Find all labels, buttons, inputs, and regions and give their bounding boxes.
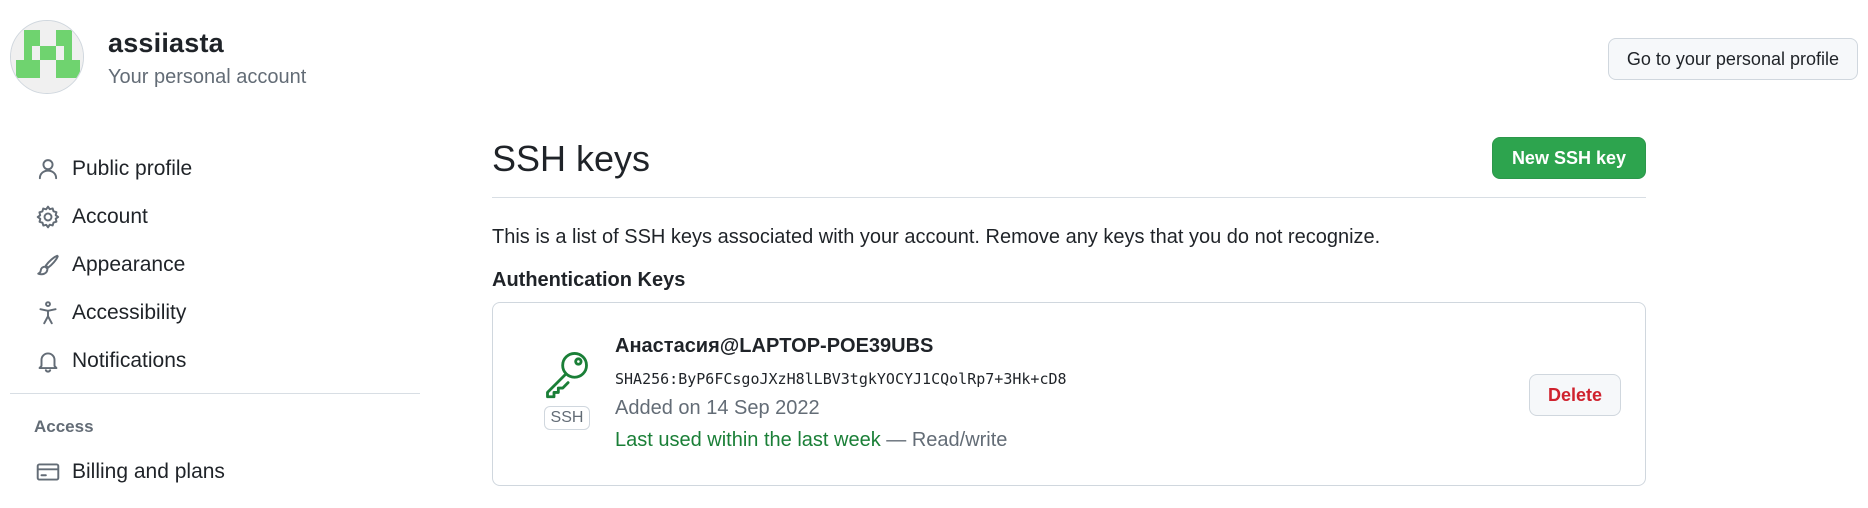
sidebar-item-label: Appearance bbox=[72, 253, 186, 276]
key-fingerprint: SHA256:ByP6FCsgoJXzH8lLBV3tgkYOCYJ1CQolR… bbox=[615, 370, 1067, 388]
ssh-keys-panel: SSH keys New SSH key This is a list of S… bbox=[492, 128, 1646, 486]
sidebar-item-public-profile[interactable]: Public profile bbox=[10, 145, 420, 193]
sidebar-item-label: Public profile bbox=[72, 157, 193, 180]
sidebar-item-label: Billing and plans bbox=[72, 460, 225, 483]
page-title-row: SSH keys New SSH key bbox=[492, 128, 1646, 198]
key-title: Анастасия@LAPTOP-POE39UBS bbox=[615, 335, 934, 357]
sidebar-section-heading: Access bbox=[34, 417, 94, 436]
new-ssh-key-button[interactable]: New SSH key bbox=[1491, 137, 1646, 179]
key-icon-block: SSH bbox=[541, 348, 593, 430]
bell-icon bbox=[34, 347, 62, 375]
avatar[interactable] bbox=[10, 20, 84, 94]
ssh-key-item: SSH Анастасия@LAPTOP-POE39UBS SHA256:ByP… bbox=[492, 302, 1646, 486]
credit-card-icon bbox=[34, 458, 62, 486]
account-subtitle: Your personal account bbox=[108, 66, 307, 88]
account-header: assiiasta Your personal account Go to yo… bbox=[10, 18, 1858, 98]
page-title: SSH keys bbox=[492, 138, 651, 179]
delete-key-button[interactable]: Delete bbox=[1528, 374, 1621, 416]
sidebar-item-account[interactable]: Account bbox=[10, 193, 420, 241]
sidebar-item-appearance[interactable]: Appearance bbox=[10, 241, 420, 289]
ssh-badge: SSH bbox=[543, 406, 591, 430]
sidebar-item-notifications[interactable]: Notifications bbox=[10, 337, 420, 385]
accessibility-icon bbox=[34, 299, 62, 327]
gear-icon bbox=[34, 203, 62, 231]
key-last-used: Last used within the last week — Read/wr… bbox=[615, 425, 1067, 455]
key-icon bbox=[546, 352, 588, 399]
sidebar-item-accessibility[interactable]: Accessibility bbox=[10, 289, 420, 337]
identicon-icon bbox=[11, 21, 83, 93]
sidebar-divider bbox=[10, 393, 420, 394]
key-added-date: Added on 14 Sep 2022 bbox=[615, 397, 820, 419]
sidebar-item-label: Accessibility bbox=[72, 301, 187, 324]
person-icon bbox=[34, 155, 62, 183]
sidebar-item-label: Notifications bbox=[72, 349, 187, 372]
go-to-profile-button[interactable]: Go to your personal profile bbox=[1607, 38, 1858, 80]
section-heading: Authentication Keys bbox=[492, 269, 686, 291]
settings-sidebar: Public profile Account Appearance Access… bbox=[10, 145, 420, 496]
page-description: This is a list of SSH keys associated wi… bbox=[492, 226, 1381, 248]
key-details: Анастасия@LAPTOP-POE39UBS SHA256:ByP6FCs… bbox=[615, 335, 1067, 455]
sidebar-item-label: Account bbox=[72, 205, 148, 228]
paintbrush-icon bbox=[34, 251, 62, 279]
last-used-text: Last used within the last week bbox=[615, 429, 881, 451]
sidebar-item-billing[interactable]: Billing and plans bbox=[10, 448, 420, 496]
account-username: assiiasta bbox=[108, 28, 224, 58]
access-level: — Read/write bbox=[886, 429, 1008, 451]
